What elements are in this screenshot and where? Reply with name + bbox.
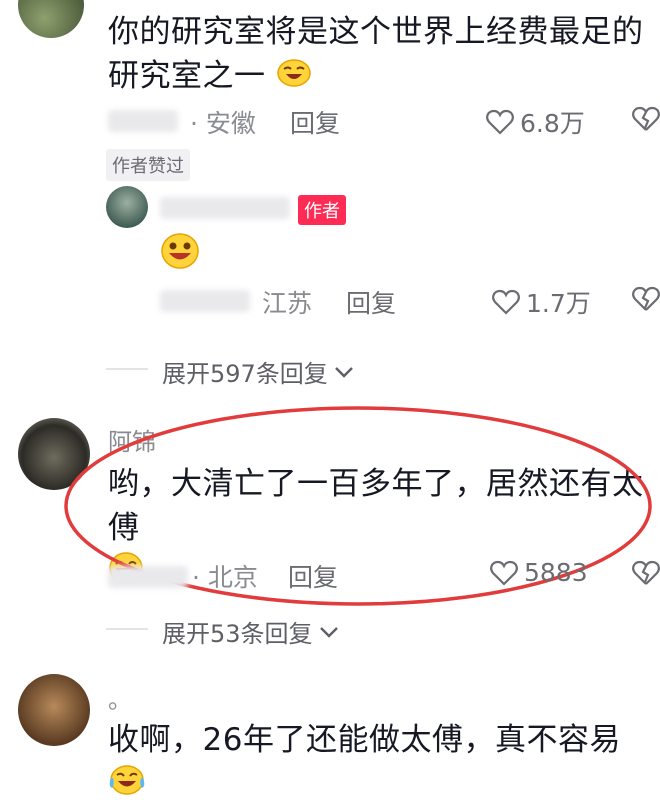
- like-button[interactable]: 6.8万: [486, 104, 585, 140]
- username-blurred: [108, 566, 188, 588]
- broken-heart-icon: [632, 106, 660, 131]
- heart-icon: [490, 560, 518, 586]
- commenter-name: 。: [108, 686, 132, 714]
- avatar[interactable]: [106, 186, 148, 228]
- like-count: 5883: [524, 558, 588, 587]
- dislike-button[interactable]: [632, 286, 660, 316]
- broken-heart-icon: [632, 560, 660, 585]
- broken-heart-icon: [632, 286, 660, 311]
- reply-button[interactable]: 回复: [288, 558, 338, 594]
- dislike-button[interactable]: [632, 106, 660, 136]
- like-count: 1.7万: [526, 289, 591, 318]
- reply-emoji: [160, 232, 200, 274]
- avatar[interactable]: [18, 674, 90, 746]
- reply-meta-blurred: [160, 290, 250, 312]
- heart-icon: [486, 109, 514, 135]
- comment-text: 你的研究室将是这个世界上经费最足的研究室之一: [108, 10, 648, 100]
- laughing-emoji: [276, 56, 312, 100]
- divider: [106, 628, 148, 630]
- chevron-down-icon: [319, 626, 338, 638]
- chevron-down-icon: [334, 366, 353, 378]
- username-blurred: [108, 110, 178, 132]
- laughing-emoji: [161, 233, 199, 269]
- crying-laughing-emoji: [108, 764, 146, 808]
- location-label: 江苏: [262, 289, 313, 318]
- comment-text: 收啊，26年了还能做太傅，真不容易: [108, 718, 658, 808]
- reply-button[interactable]: 回复: [346, 284, 396, 320]
- expand-replies-button[interactable]: 展开597条回复: [162, 354, 354, 389]
- liked-by-author-tag: 作者赞过: [106, 149, 190, 181]
- like-button[interactable]: 5883: [490, 558, 588, 587]
- author-tag: 作者: [298, 195, 346, 225]
- expand-replies-button[interactable]: 展开53条回复: [162, 614, 339, 649]
- like-count: 6.8万: [520, 109, 585, 138]
- dislike-button[interactable]: [632, 560, 660, 590]
- divider: [106, 368, 148, 370]
- avatar[interactable]: [18, 0, 84, 38]
- reply-button[interactable]: 回复: [290, 104, 340, 140]
- username-blurred: [160, 197, 290, 219]
- location-label: · 北京: [192, 563, 258, 592]
- like-button[interactable]: 1.7万: [492, 284, 591, 320]
- location-label: · 安徽: [190, 109, 256, 138]
- heart-icon: [492, 289, 520, 315]
